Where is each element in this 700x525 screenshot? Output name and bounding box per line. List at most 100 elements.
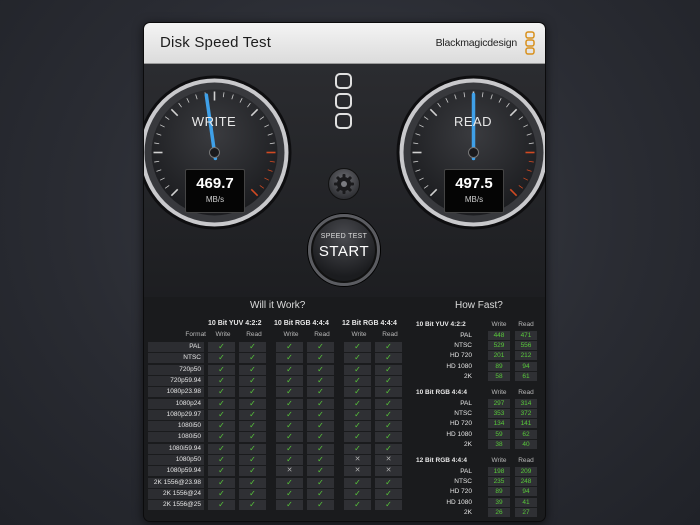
checkmark-icon: ✓ [307, 364, 334, 375]
read-fps-value: 212 [515, 351, 537, 361]
checkmark-icon: ✓ [375, 364, 402, 375]
checkmark-icon: ✓ [239, 477, 266, 488]
app-title: Disk Speed Test [160, 34, 272, 51]
column-header: Read [314, 331, 330, 338]
checkmark-icon: ✓ [375, 500, 402, 511]
speed-group-header: 12 Bit RGB 4:4:4 Write Read [416, 456, 542, 466]
blackmagic-logo-icon [525, 31, 535, 55]
checkmark-icon: ✓ [344, 342, 371, 352]
checkmark-icon: ✓ [375, 398, 402, 409]
column-header: Write [215, 331, 231, 338]
checkmark-icon: ✓ [344, 421, 371, 432]
checkmark-icon: ✓ [276, 443, 303, 454]
format-label: NTSC [148, 353, 204, 364]
checkmark-icon: ✓ [239, 488, 266, 499]
resolution-label: PAL [460, 468, 472, 475]
table-row: 2K 38 40 [416, 439, 542, 450]
write-fps-value: 201 [488, 351, 510, 361]
column-header: Write [491, 389, 507, 396]
cross-icon: ✕ [344, 466, 371, 477]
table-row: HD 720 134 141 [416, 419, 542, 429]
table-row: 2K 1556@24 ✓ ✓ ✓ ✓ ✓ ✓ [148, 488, 408, 500]
format-label: 1080i59.94 [148, 443, 204, 454]
table-row: 720p59.94 ✓ ✓ ✓ ✓ ✓ ✓ [148, 375, 408, 387]
write-fps-value: 297 [488, 399, 510, 408]
settings-button[interactable] [328, 168, 360, 200]
checkmark-icon: ✓ [307, 466, 334, 477]
checkmark-icon: ✓ [239, 387, 266, 398]
read-fps-value: 61 [515, 371, 537, 381]
format-label: 1080p50 [148, 455, 204, 465]
format-label: 2K 1556@23.98 [148, 477, 204, 488]
format-column-header: Format [185, 331, 206, 338]
checkmark-icon: ✓ [307, 375, 334, 386]
checkmark-icon: ✓ [276, 432, 303, 443]
gear-icon [334, 174, 354, 194]
checkmark-icon: ✓ [375, 443, 402, 454]
read-fps-value: 209 [515, 467, 537, 476]
table-row: 1080i50 ✓ ✓ ✓ ✓ ✓ ✓ [148, 432, 408, 443]
disk-speed-test-window: Disk Speed Test Blackmagicdesign WRITE 4… [143, 22, 546, 522]
checkmark-icon: ✓ [239, 342, 266, 352]
how-fast-table: 10 Bit YUV 4:2:2 Write Read PAL 448 471 NTSC 52… [416, 311, 542, 519]
column-header: Read [518, 321, 534, 328]
table-row: HD 1080 89 94 [416, 361, 542, 372]
checkmark-icon: ✓ [375, 421, 402, 432]
table-row: HD 720 89 94 [416, 487, 542, 497]
checkmark-icon: ✓ [307, 477, 334, 488]
checkmark-icon: ✓ [276, 477, 303, 488]
format-group-header: 12 Bit RGB 4:4:4 [342, 320, 397, 327]
write-fps-value: 134 [488, 419, 510, 429]
checkmark-icon: ✓ [344, 500, 371, 511]
write-fps-value: 38 [488, 439, 510, 449]
column-header: Write [351, 331, 367, 338]
cross-icon: ✕ [276, 466, 303, 477]
checkmark-icon: ✓ [208, 477, 235, 488]
resolution-label: HD 720 [449, 352, 472, 360]
table-row: 1080p24 ✓ ✓ ✓ ✓ ✓ ✓ [148, 398, 408, 410]
checkmark-icon: ✓ [239, 455, 266, 465]
read-fps-value: 556 [515, 341, 537, 351]
read-fps-value: 141 [515, 419, 537, 429]
checkmark-icon: ✓ [239, 364, 266, 375]
format-label: 1080i50 [148, 432, 204, 443]
checkmark-icon: ✓ [239, 432, 266, 443]
resolution-label: 2K [464, 440, 472, 448]
read-speed-unit: MB/s [464, 195, 484, 204]
checkmark-icon: ✓ [375, 342, 402, 352]
table-row: 1080p50 ✓ ✓ ✓ ✓ ✕ ✕ [148, 455, 408, 466]
checkmark-icon: ✓ [239, 375, 266, 386]
format-label: 720p50 [148, 364, 204, 375]
speed-group-name: 12 Bit RGB 4:4:4 [416, 457, 467, 464]
resolution-label: 2K [464, 372, 472, 380]
checkmark-icon: ✓ [375, 387, 402, 398]
read-gauge-label: READ [453, 114, 493, 129]
checkmark-icon: ✓ [344, 364, 371, 375]
format-label: 720p59.94 [148, 375, 204, 386]
resolution-label: HD 1080 [446, 430, 472, 438]
gauge-area: WRITE 469.7 MB/s READ 497.5 MB/s SPEED T… [144, 64, 545, 297]
checkmark-icon: ✓ [276, 387, 303, 398]
table-row: 1080p23.98 ✓ ✓ ✓ ✓ ✓ ✓ [148, 387, 408, 398]
start-button[interactable]: SPEED TEST START [308, 214, 380, 286]
write-fps-value: 39 [488, 497, 510, 507]
read-fps-value: 40 [515, 439, 537, 449]
read-fps-value: 94 [515, 487, 537, 497]
table-row: NTSC 353 372 [416, 409, 542, 419]
resolution-label: NTSC [454, 410, 472, 418]
checkmark-icon: ✓ [208, 409, 235, 420]
checkmark-icon: ✓ [344, 409, 371, 420]
checkmark-icon: ✓ [276, 342, 303, 352]
checkmark-icon: ✓ [208, 488, 235, 499]
table-row: 2K 26 27 [416, 507, 542, 518]
table-row: PAL ✓ ✓ ✓ ✓ ✓ ✓ [148, 342, 408, 353]
write-speed-value: 469.7 [196, 175, 234, 192]
format-label: 1080p24 [148, 398, 204, 409]
checkmark-icon: ✓ [276, 455, 303, 465]
read-gauge: READ 497.5 MB/s [395, 74, 545, 231]
write-fps-value: 89 [488, 361, 510, 371]
checkmark-icon: ✓ [375, 375, 402, 386]
format-label: PAL [148, 342, 204, 352]
checkmark-icon: ✓ [344, 432, 371, 443]
checkmark-icon: ✓ [375, 488, 402, 499]
